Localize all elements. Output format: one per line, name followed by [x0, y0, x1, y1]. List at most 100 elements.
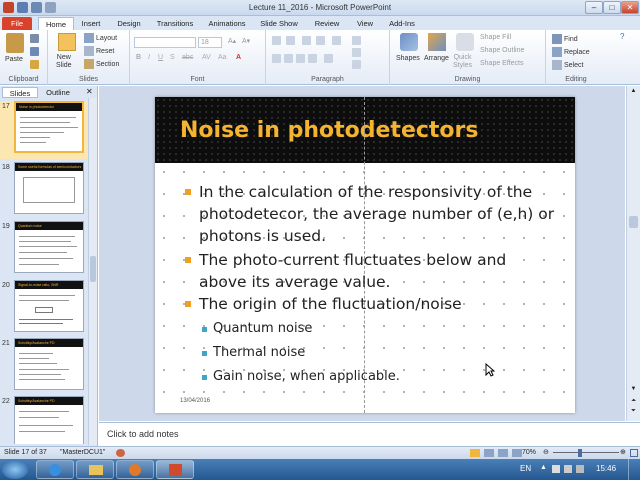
line-spacing-icon[interactable] — [332, 36, 341, 45]
language-indicator[interactable]: EN — [520, 464, 531, 473]
paste-button[interactable]: Paste — [5, 56, 23, 63]
flag-icon[interactable] — [552, 465, 560, 473]
tab-review[interactable]: Review — [308, 17, 346, 30]
shadow-icon[interactable]: S — [170, 54, 175, 61]
text-direction-icon[interactable] — [352, 36, 361, 45]
taskbar-media[interactable] — [116, 460, 154, 479]
taskbar-ie[interactable] — [36, 460, 74, 479]
normal-view-icon[interactable] — [470, 449, 480, 457]
shapes-button[interactable]: Shapes — [396, 55, 420, 62]
zoom-out-icon[interactable]: ⊖ — [543, 447, 549, 459]
scroll-up-icon[interactable]: ▲ — [629, 88, 638, 97]
scroll-down-icon[interactable]: ▼ — [629, 386, 638, 395]
zoom-slider-thumb[interactable] — [578, 449, 582, 457]
zoom-in-icon[interactable]: ⊕ — [620, 447, 626, 459]
shape-outline-button[interactable]: Shape Outline — [480, 47, 524, 54]
slide-thumbnail[interactable]: 17 Noise in photodetector — [0, 101, 90, 159]
italic-icon[interactable]: I — [148, 54, 150, 61]
font-size-combo[interactable]: 18 — [198, 37, 222, 48]
slide-sorter-icon[interactable] — [484, 449, 494, 457]
slide-thumbnail[interactable]: 20 Signal-to-noise ratio, SNR — [0, 280, 90, 338]
tab-add-ins[interactable]: Add-Ins — [384, 17, 420, 30]
slide-title[interactable]: Noise in photodetectors — [180, 118, 478, 143]
tab-design[interactable]: Design — [112, 17, 146, 30]
char-spacing-icon[interactable]: AV — [202, 54, 211, 61]
section-button[interactable]: Section — [84, 59, 119, 69]
cut-icon[interactable] — [30, 34, 39, 43]
strikethrough-icon[interactable]: abc — [182, 54, 193, 61]
format-painter-icon[interactable] — [30, 60, 39, 69]
increase-indent-icon[interactable] — [316, 36, 325, 45]
taskbar-explorer[interactable] — [76, 460, 114, 479]
align-text-icon[interactable] — [352, 48, 361, 57]
align-right-icon[interactable] — [296, 54, 305, 63]
grow-font-icon[interactable]: A▴ — [228, 37, 236, 45]
slide[interactable]: Noise in photodetectors In the calculati… — [155, 97, 575, 413]
font-color-icon[interactable]: A — [236, 54, 241, 61]
tab-slide-show[interactable]: Slide Show — [256, 17, 302, 30]
clock[interactable]: 15:46 — [596, 464, 616, 473]
close-button[interactable]: ✕ — [621, 1, 639, 14]
shape-fill-button[interactable]: Shape Fill — [480, 34, 511, 41]
quick-styles-button[interactable]: Quick Styles — [453, 54, 472, 70]
tab-file[interactable]: File — [2, 17, 32, 30]
canvas-scrollbar[interactable]: ▲ ▼ ⏶ ⏷ — [626, 86, 640, 421]
find-button[interactable]: Find — [552, 34, 578, 44]
align-left-icon[interactable] — [272, 54, 281, 63]
bullets-icon[interactable] — [272, 36, 281, 45]
slide-thumbnail[interactable]: 22 Schottky/Avalanche PD — [0, 396, 90, 444]
zoom-slider[interactable] — [553, 452, 619, 453]
bullet-text[interactable]: photodetecor, the average number of (e,h… — [199, 203, 554, 225]
copy-icon[interactable] — [30, 47, 39, 56]
smartart-icon[interactable] — [352, 60, 361, 69]
minimize-button[interactable]: – — [585, 1, 603, 14]
network-icon[interactable] — [564, 465, 572, 473]
reset-button[interactable]: Reset — [84, 46, 114, 56]
volume-icon[interactable] — [576, 465, 584, 473]
tab-animations[interactable]: Animations — [204, 17, 250, 30]
bullet-text[interactable]: The photo-current fluctuates below and — [199, 249, 506, 271]
fit-slide-icon[interactable] — [630, 449, 638, 457]
replace-button[interactable]: Replace — [552, 47, 590, 57]
bold-icon[interactable]: B — [136, 54, 141, 61]
tab-outline[interactable]: Outline — [40, 87, 76, 98]
spell-check-icon[interactable] — [116, 449, 125, 457]
tab-home[interactable]: Home — [38, 17, 74, 30]
maximize-button[interactable]: □ — [603, 1, 621, 14]
tray-arrow-icon[interactable]: ▲ — [540, 464, 547, 471]
subbullet-text[interactable]: Gain noise, when applicable. — [213, 369, 400, 384]
close-panel-icon[interactable]: ✕ — [86, 87, 93, 96]
bullet-text[interactable]: The origin of the fluctuation/noise — [199, 293, 462, 315]
change-case-icon[interactable]: Aa — [218, 54, 227, 61]
help-icon[interactable]: ? — [620, 32, 624, 41]
slide-show-icon[interactable] — [512, 449, 522, 457]
slide-thumbnail[interactable]: 21 Schottky/Avalanche PD — [0, 338, 90, 396]
notes-placeholder[interactable]: Click to add notes — [107, 429, 179, 439]
numbering-icon[interactable] — [286, 36, 295, 45]
bullet-text[interactable]: above its average value. — [199, 271, 391, 293]
panel-scrollbar[interactable] — [88, 98, 97, 445]
align-center-icon[interactable] — [284, 54, 293, 63]
tab-transitions[interactable]: Transitions — [152, 17, 198, 30]
previous-slide-icon[interactable]: ⏶ — [629, 398, 638, 407]
justify-icon[interactable] — [308, 54, 317, 63]
notes-pane[interactable]: Click to add notes — [99, 422, 640, 446]
bullet-text[interactable]: photons is used. — [199, 225, 326, 247]
font-name-combo[interactable] — [134, 37, 196, 48]
layout-button[interactable]: Layout — [84, 33, 117, 43]
next-slide-icon[interactable]: ⏷ — [629, 408, 638, 417]
slide-thumbnail[interactable]: 18 Some useful formulas of semiconductor… — [0, 162, 90, 220]
subbullet-text[interactable]: Quantum noise — [213, 321, 312, 336]
slide-thumbnail[interactable]: 19 Quantum noise — [0, 221, 90, 279]
canvas-scroll-thumb[interactable] — [629, 216, 638, 228]
taskbar-powerpoint[interactable] — [156, 460, 194, 479]
new-slide-button[interactable]: New Slide — [56, 54, 72, 70]
shrink-font-icon[interactable]: A▾ — [242, 37, 250, 45]
zoom-level[interactable]: 70% — [522, 447, 536, 459]
select-button[interactable]: Select — [552, 60, 583, 70]
start-button[interactable] — [2, 460, 28, 479]
tab-insert[interactable]: Insert — [76, 17, 106, 30]
tab-slides[interactable]: Slides — [2, 87, 38, 98]
columns-icon[interactable] — [324, 54, 333, 63]
panel-scroll-thumb[interactable] — [90, 256, 96, 282]
